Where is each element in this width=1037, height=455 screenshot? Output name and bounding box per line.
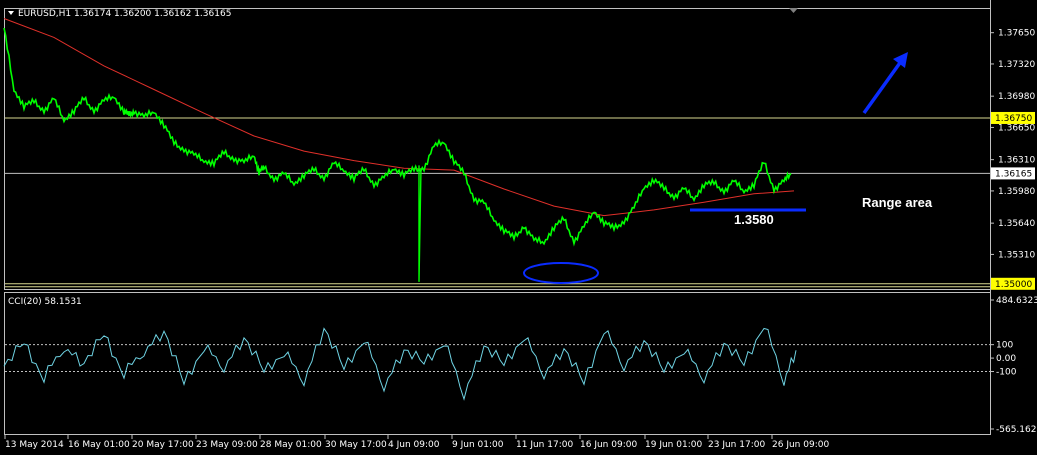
- x-tick-label: 4 Jun 09:00: [388, 440, 440, 450]
- price-label: 1.35000: [995, 280, 1032, 290]
- blue-arrow-icon: [862, 58, 904, 115]
- cci-tick-label: 484.6323: [996, 296, 1037, 306]
- price-label: 1.36750: [995, 114, 1032, 124]
- range-area-label: Range area: [862, 195, 933, 210]
- price-label: 1.36165: [995, 169, 1032, 179]
- x-tick-label: 16 Jun 09:00: [580, 440, 637, 450]
- eurusd-chart: EURUSD,H1 1.36174 1.36200 1.36162 1.3616…: [3, 0, 1037, 450]
- symbol-menu-icon[interactable]: [8, 11, 14, 15]
- cci-tick-label: -100: [996, 368, 1017, 378]
- cci-tick-label: -565.1622: [996, 425, 1037, 435]
- cci-title: CCI(20) 58.1531: [8, 297, 82, 307]
- y-tick-label: 1.36310: [998, 156, 1035, 166]
- x-tick-label: 11 Jun 17:00: [516, 440, 573, 450]
- chart-header: EURUSD,H1 1.36174 1.36200 1.36162 1.3616…: [18, 9, 231, 19]
- y-tick-label: 1.35640: [998, 219, 1035, 229]
- x-tick-label: 23 Jun 17:00: [708, 440, 765, 450]
- cci-tick-label: 100: [996, 341, 1013, 351]
- y-tick-label: 1.36650: [998, 123, 1035, 133]
- price-panel-frame: [4, 8, 991, 290]
- x-tick-label: 26 Jun 09:00: [772, 440, 829, 450]
- cci-panel-frame: [4, 292, 991, 435]
- x-tick-label: 9 Jun 01:00: [452, 440, 504, 450]
- cci-tick-label: 0.00: [996, 354, 1016, 364]
- y-tick-label: 1.37650: [998, 29, 1035, 39]
- y-tick-label: 1.35310: [998, 250, 1035, 260]
- blue-arrowhead-icon: [893, 52, 908, 68]
- y-tick-label: 1.36980: [998, 92, 1035, 102]
- price-line: [3, 27, 792, 247]
- moving-average-line: [3, 18, 795, 217]
- support-level-label: 1.3580: [734, 212, 774, 227]
- x-tick-label: 23 May 09:00: [196, 440, 258, 450]
- price-spike: [418, 165, 422, 282]
- bottom-highlight-ellipse: [523, 262, 599, 284]
- y-tick-label: 1.35980: [998, 187, 1035, 197]
- x-tick-label: 13 May 2014: [5, 440, 64, 450]
- cci-line: [3, 327, 797, 401]
- x-tick-label: 19 Jun 01:00: [645, 440, 702, 450]
- y-tick-label: 1.37320: [998, 60, 1035, 70]
- shift-marker-icon[interactable]: [789, 8, 798, 13]
- x-tick-label: 20 May 17:00: [132, 440, 194, 450]
- x-tick-label: 30 May 17:00: [325, 440, 387, 450]
- x-tick-label: 28 May 01:00: [260, 440, 322, 450]
- x-tick-label: 16 May 01:00: [68, 440, 130, 450]
